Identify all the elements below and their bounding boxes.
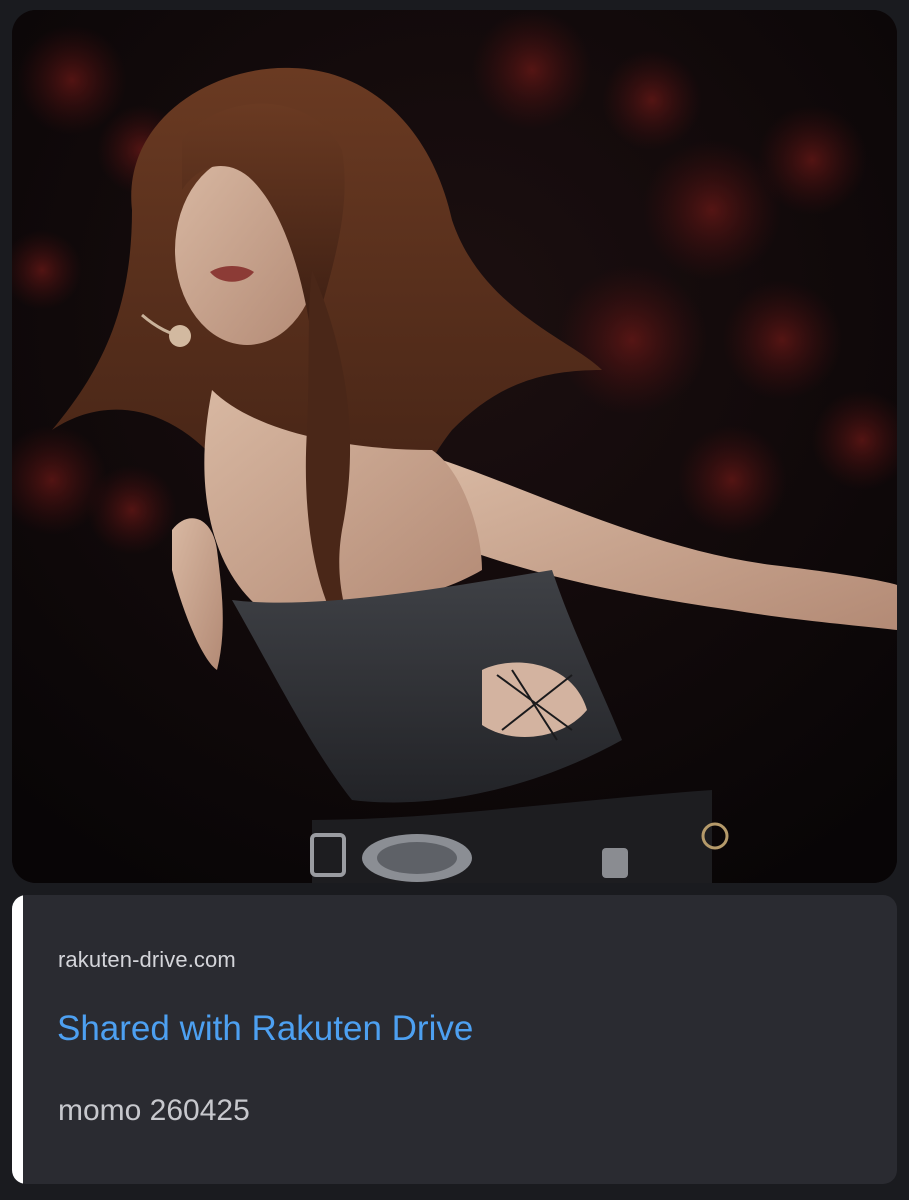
embed-description: momo 260425 <box>58 1094 250 1127</box>
image-attachment[interactable] <box>12 10 897 883</box>
embed-provider: rakuten-drive.com <box>58 947 236 972</box>
message-view: rakuten-drive.com Shared with Rakuten Dr… <box>0 0 909 1200</box>
link-embed-card: rakuten-drive.com Shared with Rakuten Dr… <box>12 895 897 1184</box>
concert-photo <box>12 10 897 883</box>
embed-accent-bar <box>12 895 23 1184</box>
embed-title-link[interactable]: Shared with Rakuten Drive <box>57 1009 473 1049</box>
